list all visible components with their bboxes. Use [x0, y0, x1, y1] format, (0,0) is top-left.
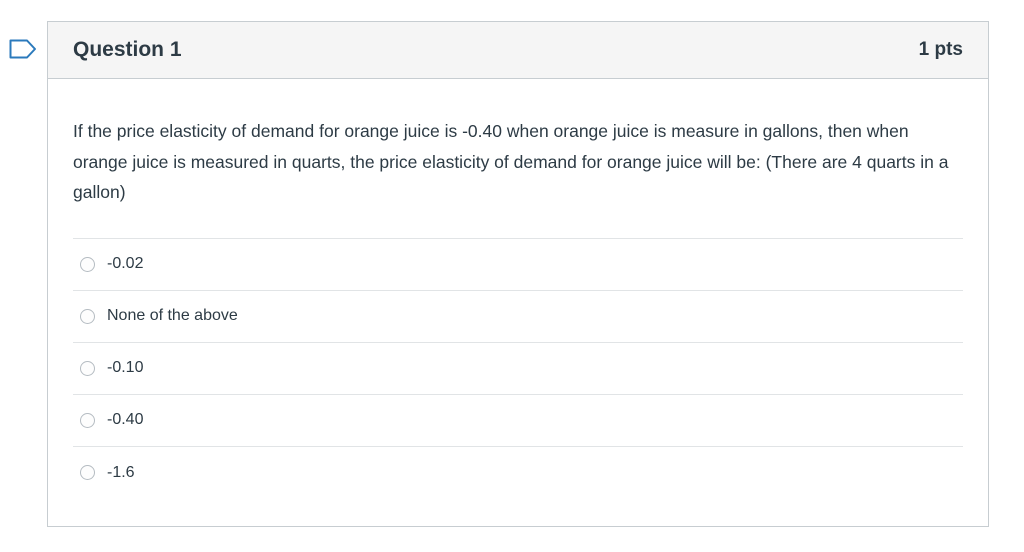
radio-button[interactable] [80, 360, 95, 376]
question-card: Question 1 1 pts If the price elasticity… [47, 21, 989, 527]
radio-button[interactable] [80, 465, 95, 480]
radio-button[interactable] [80, 308, 95, 324]
question-points: 1 pts [918, 39, 963, 60]
answer-option[interactable]: -0.02 [73, 239, 963, 291]
answer-label[interactable]: None of the above [107, 307, 238, 325]
question-title: Question 1 [73, 38, 182, 61]
answer-label[interactable]: -0.40 [107, 411, 143, 429]
answer-label[interactable]: -1.6 [107, 464, 135, 482]
answer-list: -0.02 None of the above -0.10 -0.40 -1.6 [73, 237, 963, 499]
question-text: If the price elasticity of demand for or… [73, 121, 949, 202]
question-header: Question 1 1 pts [48, 22, 988, 79]
answer-label[interactable]: -0.10 [107, 359, 143, 377]
answer-option[interactable]: -1.6 [73, 447, 963, 499]
quiz-page: Question 1 1 pts If the price elasticity… [0, 0, 1024, 552]
radio-button[interactable] [80, 256, 95, 272]
question-body: If the price elasticity of demand for or… [48, 79, 988, 499]
answer-option[interactable]: None of the above [73, 291, 963, 343]
radio-button[interactable] [80, 412, 95, 428]
answer-label[interactable]: -0.02 [107, 255, 143, 273]
flag-question-icon[interactable] [9, 39, 37, 59]
answer-option[interactable]: -0.40 [73, 395, 963, 447]
answer-option[interactable]: -0.10 [73, 343, 963, 395]
